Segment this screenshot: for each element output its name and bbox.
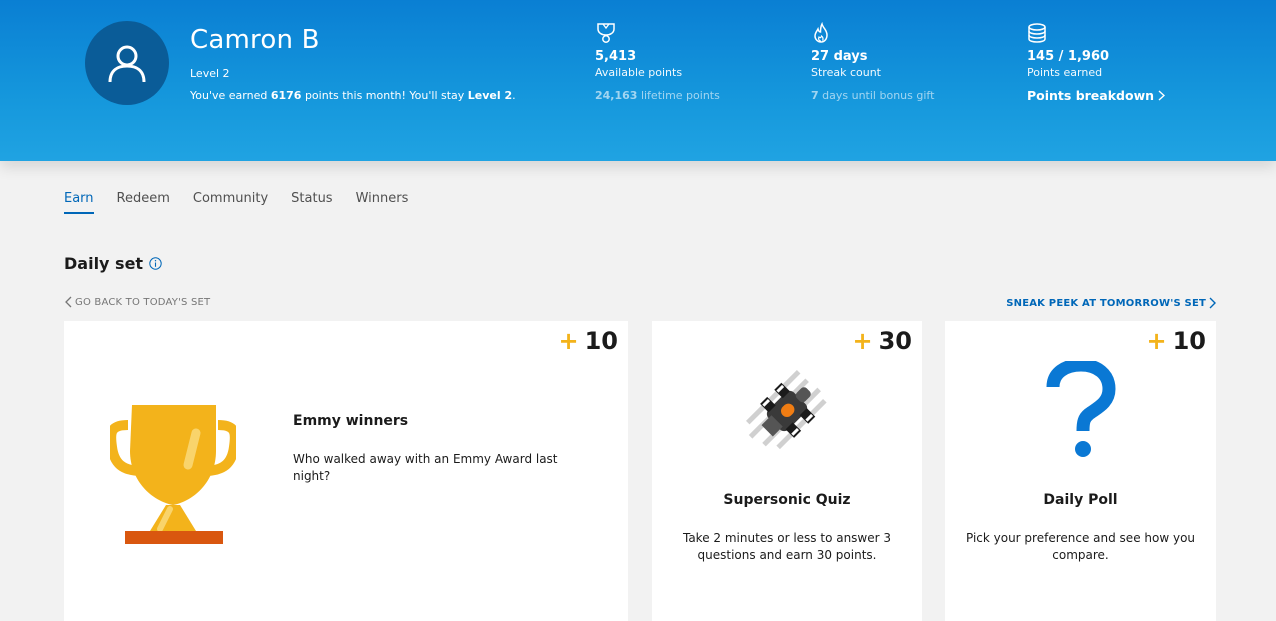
user-level: Level 2 <box>190 67 230 80</box>
lifetime-points: 24,163 lifetime points <box>595 89 775 102</box>
points-earned-stat: 145 / 1,960 Points earned Points breakdo… <box>1027 22 1207 104</box>
points-earned-label: Points earned <box>1027 66 1103 79</box>
streak-stat: 27 days Streak count 7 days until bonus … <box>811 22 991 102</box>
info-icon[interactable] <box>149 257 162 270</box>
user-icon <box>108 45 146 83</box>
card-points-value: 10 <box>1172 327 1206 355</box>
card-description: Pick your preference and see how you com… <box>965 531 1196 562</box>
go-back-label: GO BACK TO TODAY'S SET <box>75 296 211 308</box>
available-points-stat: 5,413 Available points 24,163 lifetime p… <box>595 22 775 102</box>
question-mark-art <box>945 361 1216 461</box>
tab-bar: Earn Redeem Community Status Winners <box>64 191 431 214</box>
tab-earn[interactable]: Earn <box>64 191 94 214</box>
user-name: Camron B <box>190 25 320 55</box>
plus-sign: + <box>558 327 579 355</box>
chevron-right-icon <box>1209 297 1216 309</box>
daily-set-title: Daily set <box>64 254 144 273</box>
daily-set-heading: Daily set <box>64 254 162 273</box>
points-breakdown-link[interactable]: Points breakdown <box>1027 88 1166 103</box>
lifetime-points-label: lifetime points <box>637 89 720 102</box>
lifetime-points-value: 24,163 <box>595 89 638 102</box>
card-points-value: 10 <box>584 327 618 355</box>
plus-sign: + <box>1146 327 1167 355</box>
tab-community[interactable]: Community <box>193 191 268 214</box>
race-car-illustration <box>745 369 827 450</box>
earned-suffix: . <box>512 89 516 102</box>
bonus-gift: 7 days until bonus gift <box>811 89 991 102</box>
question-mark-illustration <box>1046 361 1116 457</box>
daily-set-card-poll[interactable]: + 10 Daily Poll Pick your preference and… <box>945 321 1216 621</box>
profile-header: Camron B Level 2 You've earned 6176 poin… <box>0 0 1276 161</box>
sneak-peek-label: SNEAK PEEK AT TOMORROW'S SET <box>1006 297 1206 309</box>
chevron-right-icon <box>1158 90 1166 101</box>
available-points-value: 5,413 <box>595 49 637 64</box>
sneak-peek-link[interactable]: SNEAK PEEK AT TOMORROW'S SET <box>1006 297 1216 309</box>
streak-value: 27 days <box>811 49 868 64</box>
points-breakdown-label: Points breakdown <box>1027 88 1155 103</box>
card-points-value: 30 <box>878 327 912 355</box>
card-title: Supersonic Quiz <box>723 492 851 508</box>
streak-label: Streak count <box>811 66 881 79</box>
trophy-illustration <box>110 405 236 544</box>
available-points-label: Available points <box>595 66 683 79</box>
race-car-art <box>652 361 922 461</box>
plus-sign: + <box>852 327 873 355</box>
card-description: Take 2 minutes or less to answer 3 quest… <box>682 531 892 562</box>
card-title: Daily Poll <box>1043 492 1118 508</box>
tab-redeem[interactable]: Redeem <box>117 191 170 214</box>
bonus-gift-days: 7 <box>811 89 819 102</box>
daily-set-card-quiz[interactable]: + 30 Supersonic Quiz Take 2 minutes or l… <box>652 321 922 621</box>
card-title: Emmy winners <box>293 413 409 429</box>
avatar[interactable] <box>85 21 169 105</box>
tab-status[interactable]: Status <box>291 191 332 214</box>
points-earned-value: 145 / 1,960 <box>1027 49 1110 64</box>
chevron-left-icon <box>65 296 72 308</box>
tab-winners[interactable]: Winners <box>356 191 409 214</box>
earned-points: 6176 <box>270 89 302 102</box>
coins-icon <box>1028 23 1046 43</box>
earned-prefix: You've earned <box>190 89 271 102</box>
trophy-icon <box>597 23 615 43</box>
go-back-link[interactable]: GO BACK TO TODAY'S SET <box>64 296 210 308</box>
card-points: + 10 <box>558 327 618 355</box>
daily-set-card-emmy[interactable]: + 10 Emmy winners Who walked away with a… <box>64 321 628 621</box>
earned-summary: You've earned 6176 points this month! Yo… <box>190 89 516 102</box>
flame-icon <box>814 22 828 43</box>
card-points: + 30 <box>852 327 912 355</box>
earned-middle: points this month! You'll stay <box>301 89 468 102</box>
earned-level: Level 2 <box>467 89 513 102</box>
card-description: Who walked away with an Emmy Award last … <box>293 452 558 483</box>
bonus-gift-label: days until bonus gift <box>818 89 935 102</box>
card-points: + 10 <box>1146 327 1206 355</box>
